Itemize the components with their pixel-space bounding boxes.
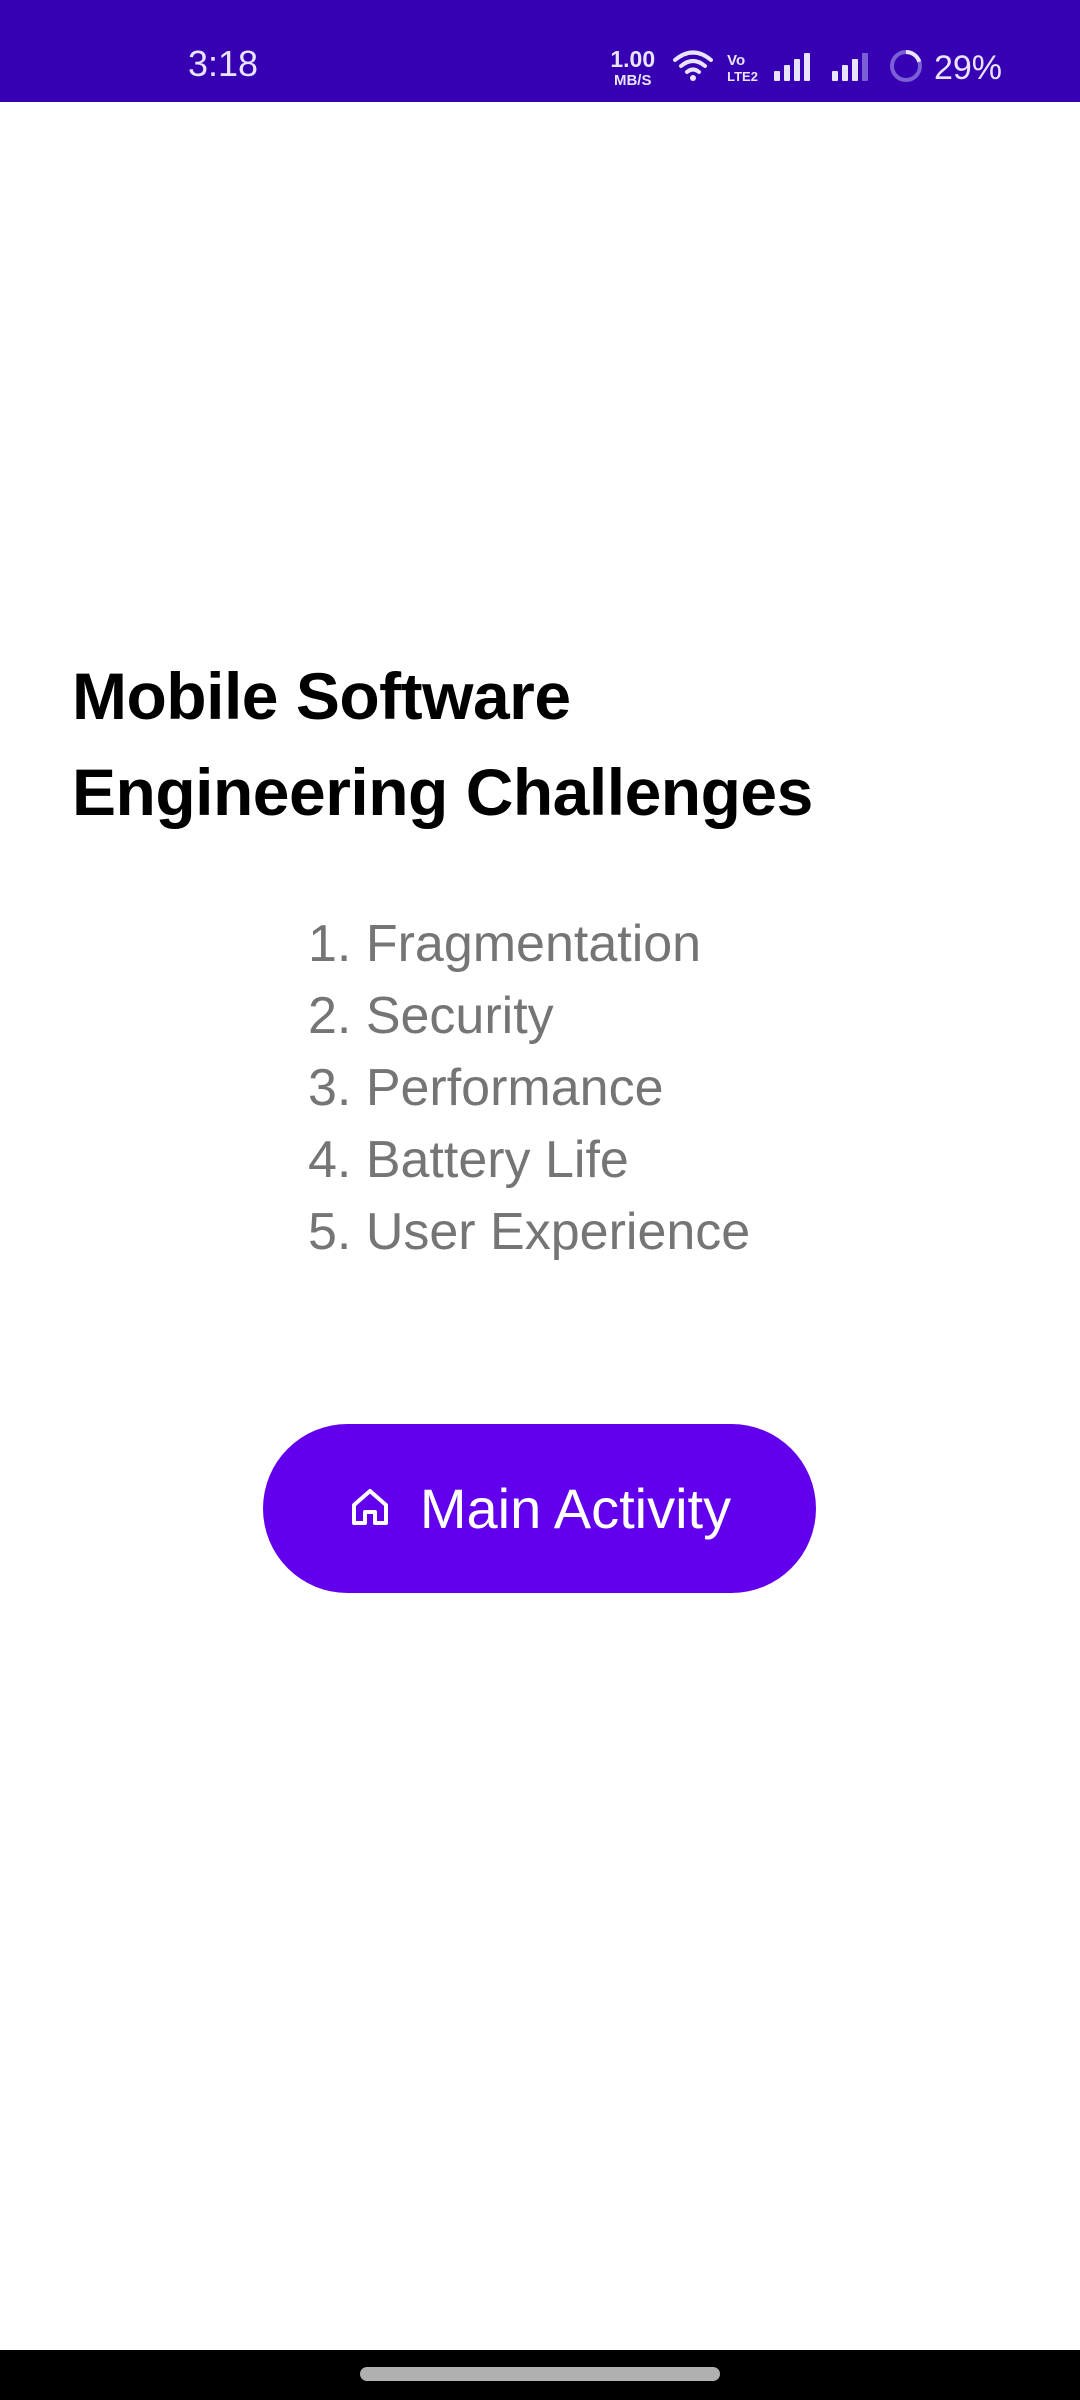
challenges-list: 1. Fragmentation 2. Security 3. Performa… [308, 908, 868, 1268]
volte-indicator: Vo LTE2 [727, 53, 758, 83]
home-icon [348, 1485, 392, 1532]
main-activity-button-label: Main Activity [419, 1476, 732, 1540]
signal-icon-sim1 [772, 51, 816, 86]
list-item: 2. Security [308, 987, 554, 1045]
status-bar: 3:18 1.00 MB/S Vo LTE2 29% [0, 0, 1080, 102]
main-activity-button[interactable]: Main Activity [263, 1424, 816, 1593]
page-title: Mobile Software Engineering Challenges [72, 659, 813, 829]
volte-label-bottom: LTE2 [727, 69, 758, 84]
list-item: 5. User Experience [308, 1203, 751, 1261]
list-item: 1. Fragmentation [308, 915, 702, 973]
battery-ring-icon [888, 48, 924, 89]
status-time: 3:18 [188, 43, 259, 84]
battery-percent: 29% [933, 48, 1002, 87]
signal-icon-sim2 [830, 51, 874, 86]
navigation-bar [0, 2350, 1080, 2400]
network-speed-unit: MB/S [613, 72, 652, 89]
list-item: 3. Performance [308, 1059, 664, 1117]
status-icons: 1.00 MB/S Vo LTE2 29% [610, 46, 1002, 90]
network-speed: 1.00 MB/S [610, 46, 656, 89]
list-item: 4. Battery Life [308, 1131, 629, 1189]
network-speed-value: 1.00 [610, 46, 656, 72]
home-gesture-handle[interactable] [360, 2367, 720, 2381]
volte-label-top: Vo [727, 52, 746, 69]
wifi-icon [673, 49, 714, 88]
